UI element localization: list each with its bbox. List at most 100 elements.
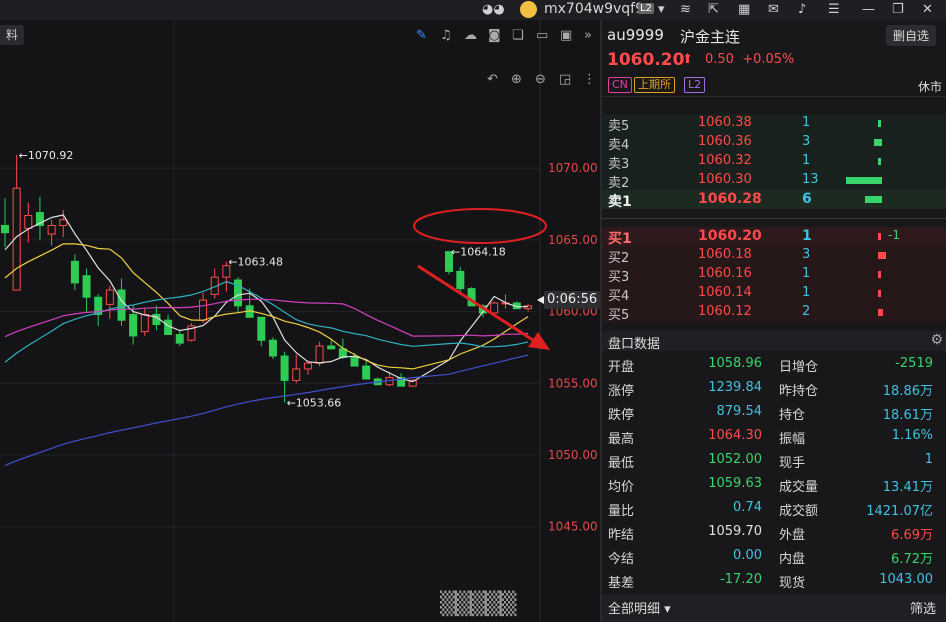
ask-label: 卖2	[608, 176, 630, 191]
bid-label: 买4	[608, 289, 630, 304]
stat-value: -17.20	[720, 572, 762, 587]
bid-volume-bar	[878, 252, 886, 259]
bid-price: 1060.18	[698, 247, 752, 262]
badge-l2: L2	[684, 77, 706, 93]
close-icon[interactable]: ✕	[922, 2, 933, 17]
ask-volume: 1	[802, 153, 811, 168]
ask-row[interactable]: 卖5 1060.38 1	[602, 114, 946, 134]
bid-row[interactable]: 买3 1060.16 1	[602, 265, 946, 285]
kline-chart[interactable]: 1070.001065.001060.001055.001050.001045.…	[0, 20, 600, 622]
badge-cn: CN	[608, 77, 632, 93]
highlight-ellipse	[413, 208, 547, 244]
alert-bell-icon[interactable]: ♫	[440, 28, 452, 43]
stat-value: 0.00	[733, 548, 762, 563]
ask-row[interactable]: 卖1 1060.28 6	[602, 190, 946, 210]
layers-icon[interactable]: ≋	[680, 2, 691, 17]
ask-price: 1060.28	[698, 191, 762, 207]
grid-icon[interactable]: ▦	[738, 2, 750, 17]
menu-icon[interactable]: ☰	[828, 2, 840, 17]
price-change: 0.50 +0.05%	[705, 52, 794, 67]
candle-body	[257, 316, 266, 341]
bid-volume: 1	[802, 266, 811, 281]
ma30-line	[4, 298, 529, 338]
bid-row[interactable]: 买5 1060.12 2	[602, 303, 946, 323]
ask-volume-bar	[865, 196, 882, 203]
monitor-icon[interactable]: ▭	[536, 28, 548, 43]
collapse-icon[interactable]: »	[584, 28, 592, 43]
filter-button[interactable]: 筛选	[910, 598, 936, 617]
ask-volume: 13	[802, 172, 819, 187]
stat-value: 879.54	[716, 404, 763, 419]
y-tick-label: 1045.00	[548, 520, 598, 534]
ask-label: 卖3	[608, 157, 630, 172]
more-icon[interactable]: ⋮	[583, 72, 596, 87]
all-details-tab[interactable]: 全部明细 ▾	[608, 598, 671, 617]
ask-label: 卖4	[608, 138, 630, 153]
stat-value: 18.86万	[882, 384, 933, 399]
candle-body	[105, 289, 114, 305]
cloud-icon[interactable]: ☁	[464, 28, 477, 43]
bid-row[interactable]: 买2 1060.18 3	[602, 246, 946, 266]
remove-watchlist-button[interactable]: 删自选	[886, 25, 937, 46]
ask-row[interactable]: 卖2 1060.30 13	[602, 171, 946, 191]
camera-icon[interactable]: ◙	[488, 28, 501, 43]
bid-volume-bar	[878, 290, 881, 297]
chevron-down-icon[interactable]: ▾	[658, 2, 665, 17]
stat-value: 1052.00	[708, 452, 762, 467]
watermark: ▒▒▒▒▒	[440, 592, 517, 617]
stat-value: 1059.70	[708, 524, 762, 539]
price-annotation: ←1064.18	[451, 246, 506, 259]
bid-volume: 2	[802, 304, 811, 319]
bid-row[interactable]: 买4 1060.14 1	[602, 284, 946, 304]
reset-icon[interactable]: ◲	[559, 72, 571, 87]
candle-body	[59, 219, 68, 227]
bid-volume: 1	[802, 285, 811, 300]
bid-row[interactable]: 买1 1060.20 1 -1	[602, 227, 946, 247]
change-percent: +0.05%	[742, 52, 795, 67]
market-status: 休市	[918, 80, 943, 94]
robot-icon[interactable]: ◕◕	[482, 2, 505, 17]
bid-change: -1	[888, 228, 900, 242]
candle-body	[47, 225, 56, 235]
undo-icon[interactable]: ↶	[487, 72, 498, 87]
settings-gear-icon[interactable]: ⚙	[930, 332, 943, 348]
candle-body	[70, 260, 79, 284]
stat-value: 1058.96	[708, 356, 762, 371]
stat-value: 6.69万	[891, 528, 933, 543]
y-tick-label: 1070.00	[548, 161, 598, 175]
candle-body	[362, 365, 371, 380]
price-annotation: ←1053.66	[287, 396, 342, 409]
y-tick-label: 1055.00	[548, 376, 598, 390]
candle-body	[280, 355, 289, 381]
zoom-in-icon[interactable]: ⊕	[511, 72, 522, 87]
bid-volume: 1	[802, 228, 812, 244]
stat-label: 均价	[608, 480, 635, 495]
bid-price: 1060.20	[698, 228, 762, 244]
stats-title: 盘口数据	[608, 337, 661, 352]
export-icon[interactable]: ⇱	[708, 2, 719, 17]
avatar[interactable]	[520, 1, 537, 18]
window-icon[interactable]: ▣	[560, 28, 572, 43]
username[interactable]: mx704w9vqf9	[544, 1, 644, 17]
price-annotation: ←1063.48	[228, 256, 283, 269]
contract-name: 沪金主连	[680, 28, 741, 46]
bid-price: 1060.14	[698, 285, 752, 300]
ask-label: 卖5	[608, 119, 630, 134]
ask-volume: 6	[802, 191, 812, 207]
copy-icon[interactable]: ❏	[512, 28, 524, 43]
stat-value: 1043.00	[879, 572, 933, 587]
top-bar: ◕◕ mx704w9vqf9 L2 ▾ ≋ ⇱ ▦ ✉ ♪ ☰ — ❐ ✕	[0, 0, 946, 20]
bell-icon[interactable]: ♪	[798, 2, 806, 17]
draw-pen-icon[interactable]: ✎	[416, 28, 427, 43]
up-arrow-icon: ⬆	[682, 52, 693, 67]
minimize-icon[interactable]: —	[862, 2, 875, 17]
stat-label: 基差	[608, 576, 635, 591]
bid-label: 买2	[608, 251, 630, 266]
left-tab[interactable]: 料	[0, 25, 25, 45]
mail-icon[interactable]: ✉	[768, 2, 779, 17]
ask-row[interactable]: 卖4 1060.36 3	[602, 133, 946, 153]
ask-row[interactable]: 卖3 1060.32 1	[602, 152, 946, 172]
zoom-out-icon[interactable]: ⊖	[535, 72, 546, 87]
bid-volume-bar	[878, 309, 883, 316]
restore-icon[interactable]: ❐	[892, 2, 904, 17]
